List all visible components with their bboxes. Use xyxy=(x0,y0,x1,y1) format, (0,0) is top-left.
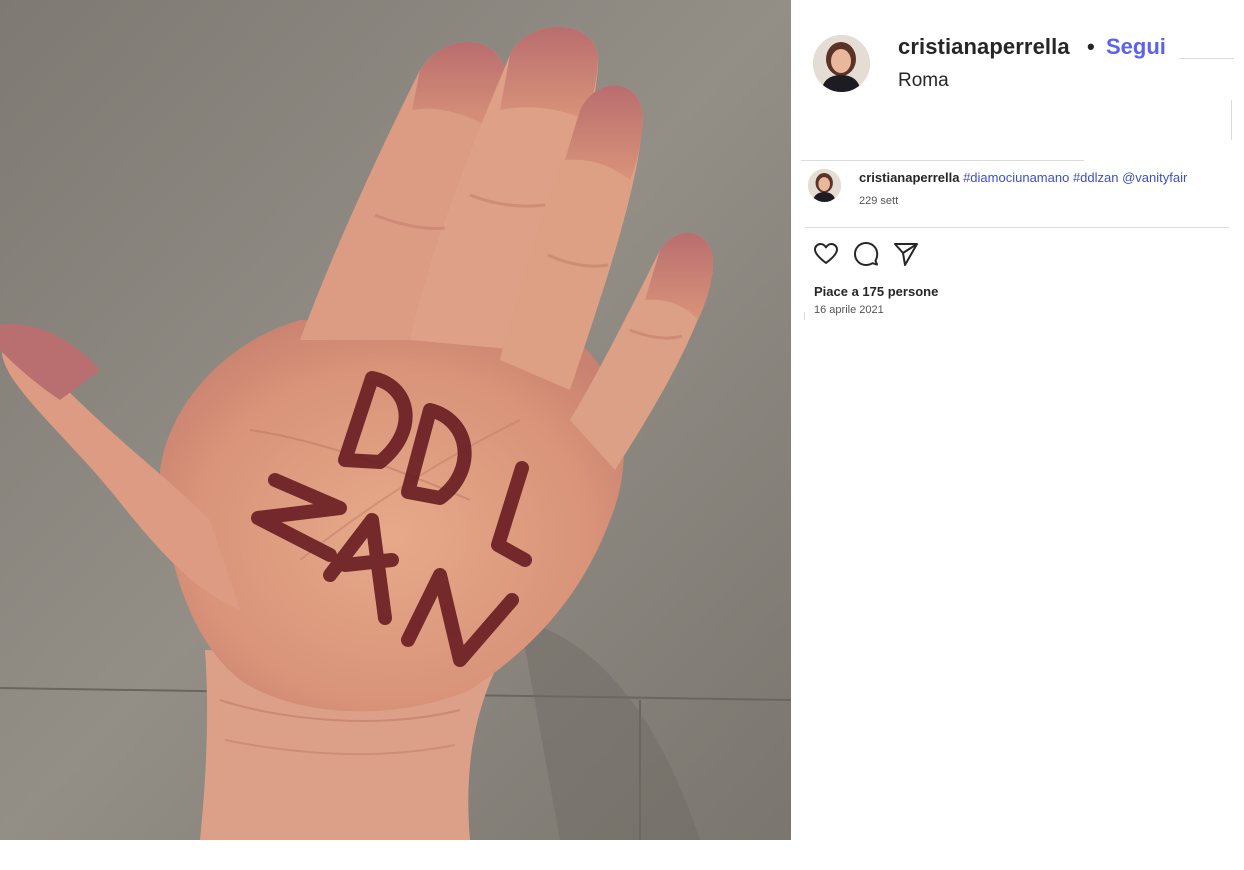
post-date: 16 aprile 2021 xyxy=(814,304,884,316)
send-icon xyxy=(894,243,918,266)
mention-link[interactable]: @vanityfair xyxy=(1122,170,1187,185)
divider xyxy=(801,160,1084,161)
comment-button[interactable] xyxy=(852,240,880,268)
divider xyxy=(805,227,1229,228)
post-location[interactable]: Roma xyxy=(898,70,949,92)
hashtag-link[interactable]: #ddlzan xyxy=(1073,170,1119,185)
post-author-username[interactable]: cristianaperrella xyxy=(898,34,1070,60)
follow-button[interactable]: Segui xyxy=(1106,34,1166,60)
avatar-image xyxy=(808,169,841,202)
hashtag-link[interactable]: #diamociunamano xyxy=(963,170,1069,185)
heart-icon xyxy=(814,243,838,264)
avatar[interactable] xyxy=(813,35,870,92)
post-caption: cristianaperrella #diamociunamano #ddlza… xyxy=(859,170,1187,185)
like-button[interactable] xyxy=(812,240,840,268)
likes-count[interactable]: Piace a 175 persone xyxy=(814,284,938,299)
caption-username[interactable]: cristianaperrella xyxy=(859,170,959,185)
comment-icon xyxy=(854,242,879,266)
post-photo[interactable] xyxy=(0,0,791,840)
caption-timestamp[interactable]: 229 sett xyxy=(859,195,898,207)
divider xyxy=(1179,58,1234,59)
divider xyxy=(804,312,805,320)
caption-avatar[interactable] xyxy=(808,169,841,202)
post-side-panel: cristianaperrella • Segui Roma cristiana… xyxy=(791,0,1244,870)
avatar-image xyxy=(813,35,870,92)
post-photo-drawing xyxy=(0,0,791,840)
divider xyxy=(1231,100,1232,140)
separator-dot: • xyxy=(1087,34,1095,59)
share-button[interactable] xyxy=(892,240,920,268)
